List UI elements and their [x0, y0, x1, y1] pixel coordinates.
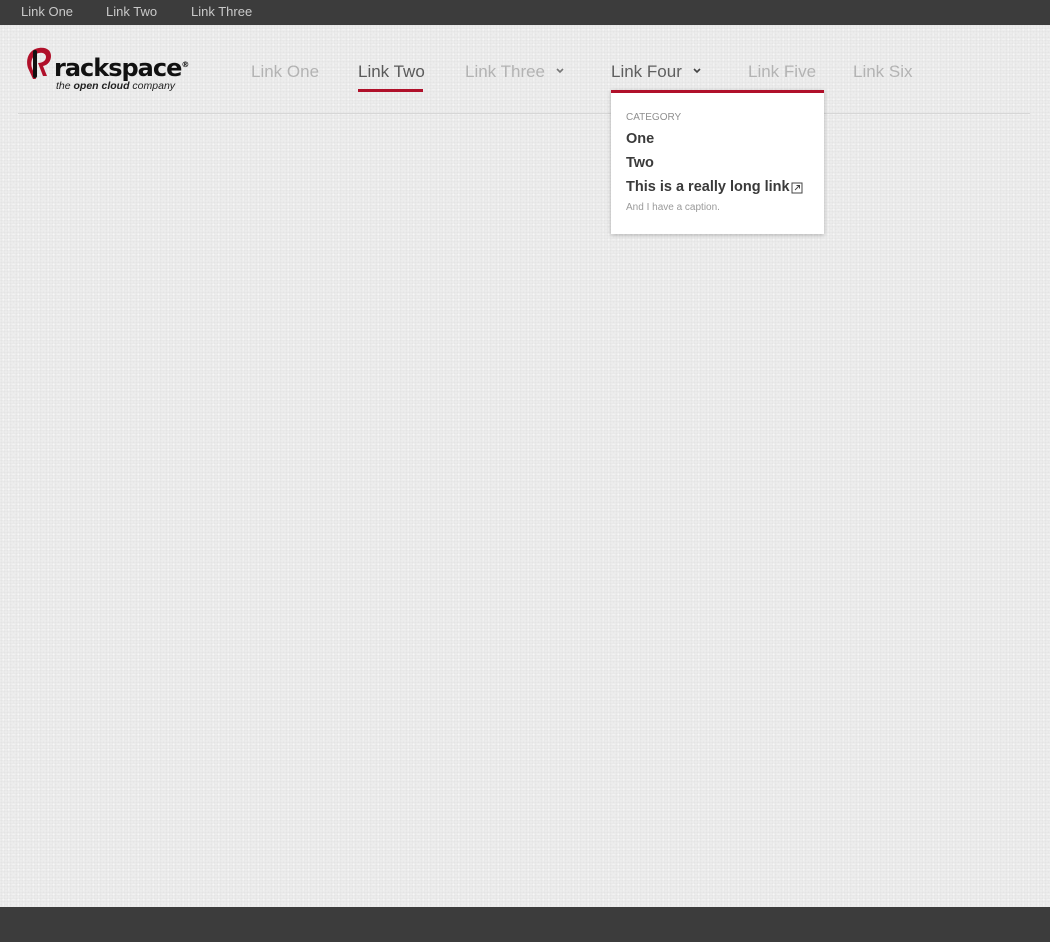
utility-bar: Link One Link Two Link Three	[0, 0, 1050, 25]
nav-link-one[interactable]: Link One	[251, 61, 319, 83]
utility-link-three[interactable]: Link Three	[191, 4, 252, 20]
active-indicator	[358, 89, 423, 92]
nav-link-four[interactable]: Link Four	[611, 61, 682, 83]
dropdown-item-one[interactable]: One	[626, 130, 654, 148]
rackspace-logo-mark-icon	[27, 47, 51, 79]
utility-link-one[interactable]: Link One	[21, 4, 73, 20]
dropdown-item-long-link[interactable]: This is a really long link	[626, 178, 790, 196]
dropdown-item-caption: And I have a caption.	[626, 202, 720, 213]
dropdown-item-two[interactable]: Two	[626, 154, 654, 172]
nav-link-three[interactable]: Link Three	[465, 61, 545, 83]
chevron-down-icon[interactable]	[555, 66, 565, 76]
nav-dropdown-menu: CATEGORY One Two This is a really long l…	[611, 90, 824, 234]
footer-bar	[0, 907, 1050, 942]
external-link-icon[interactable]	[791, 182, 803, 194]
chevron-down-icon[interactable]	[692, 66, 702, 76]
rackspace-logo[interactable]: rackspace® the open cloud company	[24, 46, 189, 96]
nav-link-two[interactable]: Link Two	[358, 61, 425, 83]
utility-link-two[interactable]: Link Two	[106, 4, 157, 20]
logo-tagline: the open cloud company	[56, 80, 176, 92]
nav-link-five[interactable]: Link Five	[748, 61, 816, 83]
dropdown-category-label: CATEGORY	[626, 112, 682, 123]
header-divider	[18, 113, 1030, 114]
nav-link-six[interactable]: Link Six	[853, 61, 913, 83]
logo-wordmark: rackspace®	[54, 54, 190, 82]
